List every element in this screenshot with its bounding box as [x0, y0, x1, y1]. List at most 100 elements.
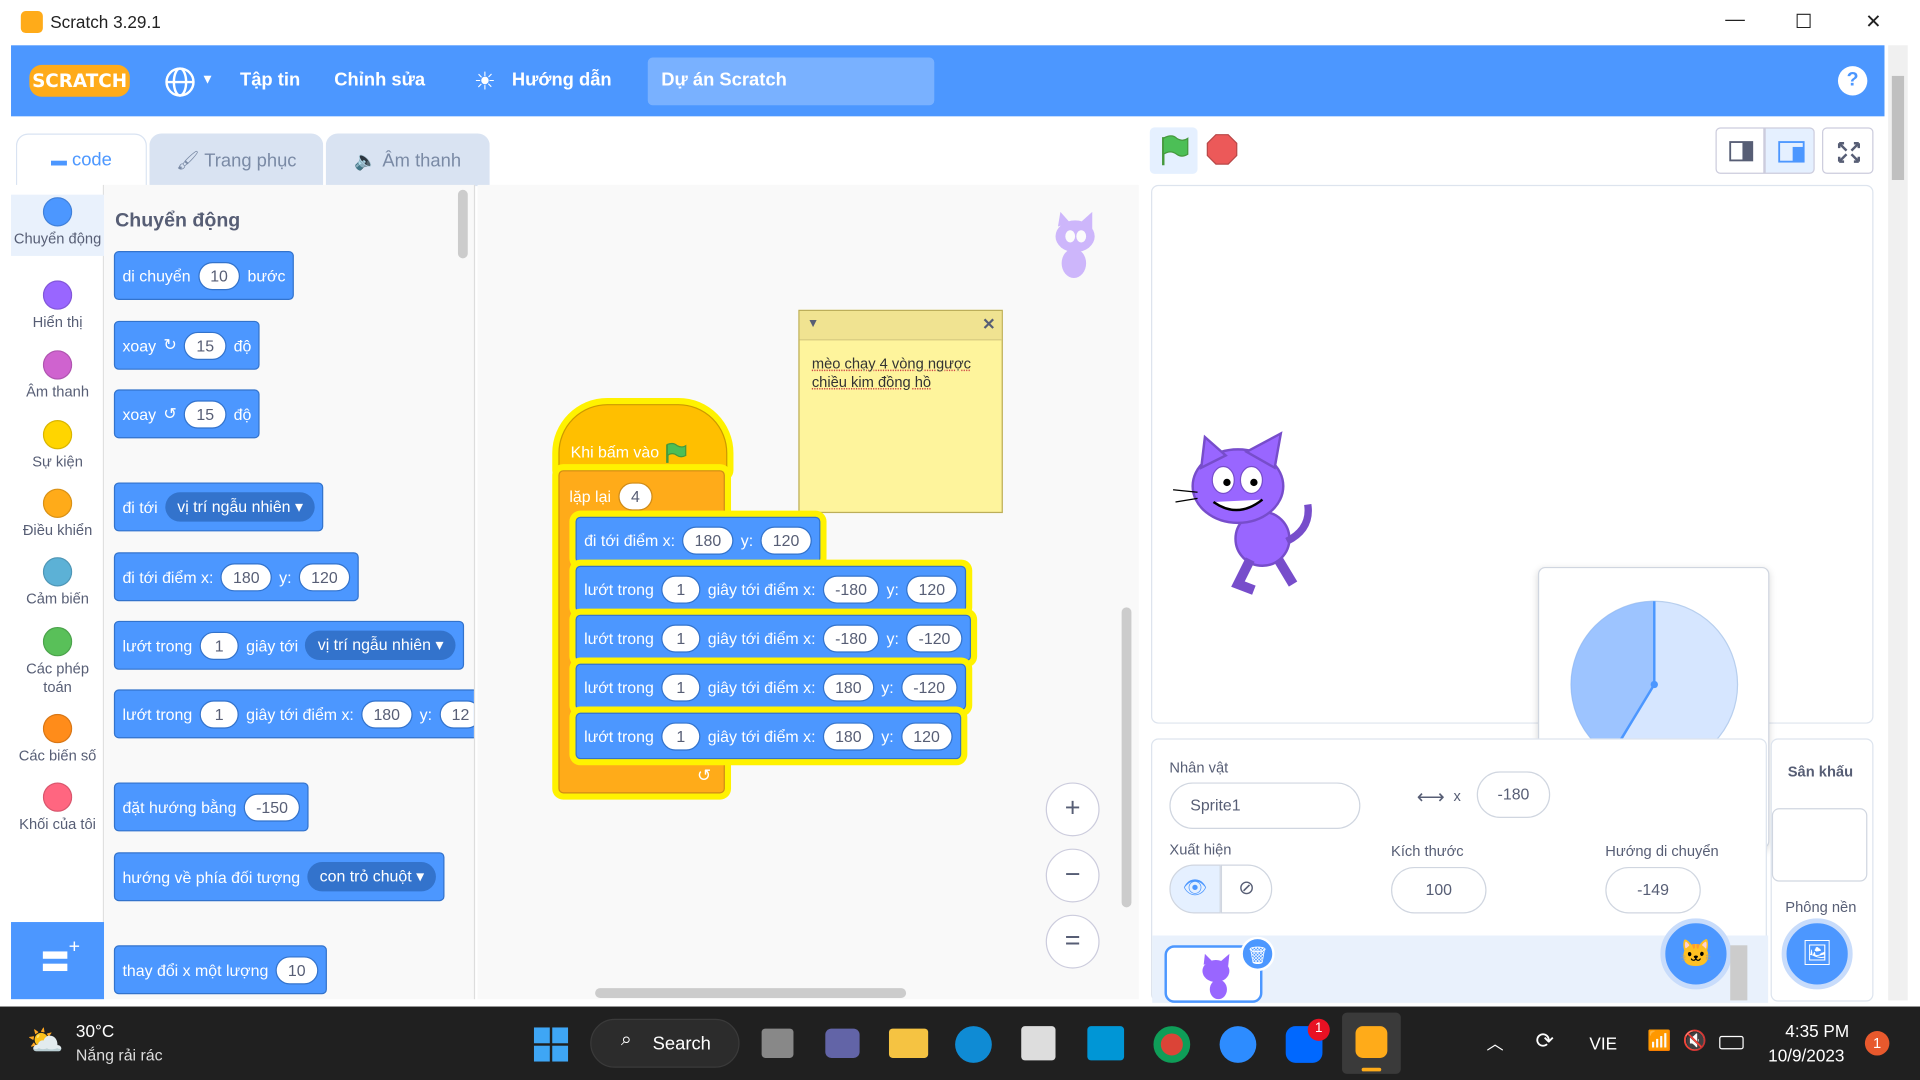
- block-glide[interactable]: lướt trong 1 giây tới vị trí ngẫu nhiên ▾: [113, 620, 465, 670]
- palette-scrollbar[interactable]: [457, 189, 468, 259]
- block-turn-left[interactable]: xoay ↺ 15 độ: [113, 389, 260, 439]
- minimize-button[interactable]: —: [1717, 10, 1754, 32]
- block-input[interactable]: -180: [822, 623, 880, 653]
- comment-text[interactable]: mèo chạy 4 vòng ngược chiều kim đồng hồ: [800, 340, 1002, 406]
- size-input[interactable]: 100: [1391, 866, 1487, 914]
- script-glide-4[interactable]: lướt trong 1 giây tới điểm x: 180 y: 120: [575, 712, 961, 760]
- tutorials-menu[interactable]: Hướng dẫn: [512, 70, 612, 91]
- block-change-x[interactable]: thay đổi x một lượng 10: [113, 945, 327, 995]
- category-control[interactable]: Điều khiển: [11, 488, 104, 540]
- script-goto-xy[interactable]: đi tới điểm x: 180 y: 120: [575, 516, 821, 564]
- block-input[interactable]: -120: [906, 623, 963, 653]
- scratch-taskbar-icon[interactable]: [1342, 1012, 1401, 1074]
- notification-badge[interactable]: 1: [1864, 1031, 1890, 1056]
- block-input[interactable]: 120: [298, 562, 350, 591]
- sync-icon[interactable]: ⟳: [1536, 1029, 1554, 1055]
- block-input[interactable]: 10: [197, 261, 241, 290]
- block-input[interactable]: 180: [822, 672, 874, 702]
- tab-sounds[interactable]: 🔈 Âm thanh: [325, 133, 490, 187]
- block-point-direction[interactable]: đặt hướng bằng -150: [113, 782, 309, 832]
- block-glide-xy[interactable]: lướt trong 1 giây tới điểm x: 180 y: 12: [113, 689, 474, 739]
- help-button[interactable]: ?: [1837, 66, 1868, 96]
- delete-sprite-button[interactable]: 🗑: [1240, 936, 1275, 972]
- block-input[interactable]: -120: [900, 672, 958, 702]
- block-input[interactable]: 10: [275, 955, 318, 984]
- block-input[interactable]: 180: [361, 699, 413, 728]
- fullscreen-button[interactable]: [1822, 127, 1874, 174]
- script-vscrollbar[interactable]: [1121, 607, 1132, 908]
- small-stage-button[interactable]: [1715, 127, 1765, 174]
- clock-date[interactable]: 10/9/2023: [1768, 1046, 1844, 1066]
- category-sensing[interactable]: Cảm biến: [11, 557, 104, 608]
- direction-input[interactable]: -149: [1605, 866, 1701, 914]
- large-stage-button[interactable]: [1764, 127, 1815, 174]
- tab-code[interactable]: ▬ code: [15, 133, 147, 187]
- project-title-input[interactable]: Dự án Scratch: [647, 57, 935, 106]
- green-flag-button[interactable]: [1149, 127, 1198, 174]
- zoom-in-button[interactable]: +: [1045, 782, 1100, 837]
- block-move[interactable]: di chuyển 10 bước: [113, 251, 294, 301]
- stage-thumbnail[interactable]: [1771, 808, 1868, 882]
- sprite-name-input[interactable]: Sprite1: [1169, 782, 1361, 829]
- block-input[interactable]: -180: [822, 574, 880, 604]
- block-point-towards[interactable]: hướng về phía đối tượng con trỏ chuột ▾: [113, 852, 445, 902]
- block-input[interactable]: 180: [682, 525, 734, 555]
- block-input[interactable]: 1: [661, 574, 701, 604]
- repeat-count-input[interactable]: 4: [618, 482, 653, 511]
- block-input[interactable]: 15: [184, 399, 227, 428]
- script-glide-1[interactable]: lướt trong 1 giây tới điểm x: -180 y: 120: [575, 565, 966, 613]
- script-stack[interactable]: Khi bấm vào lặp lại 4 ↺ đi tới điểm x: 18…: [553, 399, 977, 809]
- block-input[interactable]: 1: [661, 672, 701, 702]
- script-glide-3[interactable]: lướt trong 1 giây tới điểm x: 180 y: -120: [575, 663, 966, 711]
- block-input[interactable]: 180: [822, 721, 874, 751]
- category-motion[interactable]: Chuyển động: [11, 194, 105, 256]
- store-icon[interactable]: [1021, 1026, 1056, 1061]
- category-myblocks[interactable]: Khối của tôi: [11, 782, 104, 833]
- block-dropdown[interactable]: vị trí ngẫu nhiên ▾: [305, 630, 456, 661]
- close-button[interactable]: ✕: [1855, 10, 1892, 34]
- category-variables[interactable]: Các biến số: [11, 713, 104, 765]
- edge-icon[interactable]: [955, 1026, 992, 1063]
- script-hscrollbar[interactable]: [595, 988, 907, 998]
- block-input[interactable]: 1: [661, 623, 701, 653]
- folder-icon[interactable]: [888, 1028, 929, 1058]
- block-dropdown[interactable]: con trỏ chuột ▾: [307, 862, 437, 892]
- battery-icon[interactable]: [1719, 1035, 1744, 1050]
- block-goto-xy[interactable]: đi tới điểm x: 180 y: 120: [113, 552, 359, 602]
- block-input[interactable]: 1: [199, 631, 239, 660]
- block-dropdown[interactable]: vị trí ngẫu nhiên ▾: [165, 492, 316, 522]
- start-button[interactable]: [533, 1027, 569, 1062]
- block-input[interactable]: 15: [184, 331, 227, 360]
- chevron-up-icon[interactable]: ︿: [1487, 1031, 1504, 1055]
- block-input[interactable]: -150: [243, 792, 301, 822]
- add-extension-button[interactable]: +: [11, 922, 105, 1000]
- block-goto[interactable]: đi tới vị trí ngẫu nhiên ▾: [113, 482, 324, 532]
- sprite-list-scrollbar[interactable]: [1730, 945, 1748, 1001]
- x-input[interactable]: -180: [1476, 771, 1551, 818]
- category-events[interactable]: Sự kiện: [11, 420, 104, 471]
- taskview-icon[interactable]: [761, 1028, 794, 1058]
- sprite-cat-icon[interactable]: [1171, 431, 1318, 596]
- block-input[interactable]: 120: [900, 721, 953, 751]
- zoom-reset-button[interactable]: =: [1045, 914, 1100, 969]
- stop-button[interactable]: [1206, 133, 1238, 165]
- category-sound[interactable]: Âm thanh: [11, 350, 104, 401]
- script-area[interactable]: ▼ ✕ mèo chạy 4 vòng ngược chiều kim đồng…: [477, 184, 1139, 1000]
- category-operators[interactable]: Các phép toán: [11, 626, 104, 697]
- close-icon[interactable]: ✕: [982, 315, 995, 335]
- stage-selector-pane[interactable]: Sân khấu Phông nền 🖼: [1770, 738, 1874, 1002]
- block-input[interactable]: 12: [439, 699, 474, 728]
- category-looks[interactable]: Hiển thị: [11, 280, 104, 331]
- wifi-icon[interactable]: 📶: [1647, 1029, 1671, 1053]
- chevron-down-icon[interactable]: ▼: [807, 317, 819, 330]
- maximize-button[interactable]: ☐: [1785, 10, 1822, 34]
- edit-menu[interactable]: Chỉnh sửa: [334, 70, 425, 91]
- comment-header[interactable]: ▼ ✕: [799, 311, 1002, 341]
- language-menu[interactable]: ▼: [164, 66, 215, 97]
- file-menu[interactable]: Tập tin: [240, 70, 300, 91]
- block-input[interactable]: 120: [906, 574, 958, 604]
- add-backdrop-button[interactable]: 🖼: [1781, 918, 1853, 990]
- add-sprite-button[interactable]: 🐱: [1660, 918, 1732, 990]
- teams-icon[interactable]: [825, 1028, 860, 1058]
- window-scrollbar[interactable]: [1888, 45, 1908, 1001]
